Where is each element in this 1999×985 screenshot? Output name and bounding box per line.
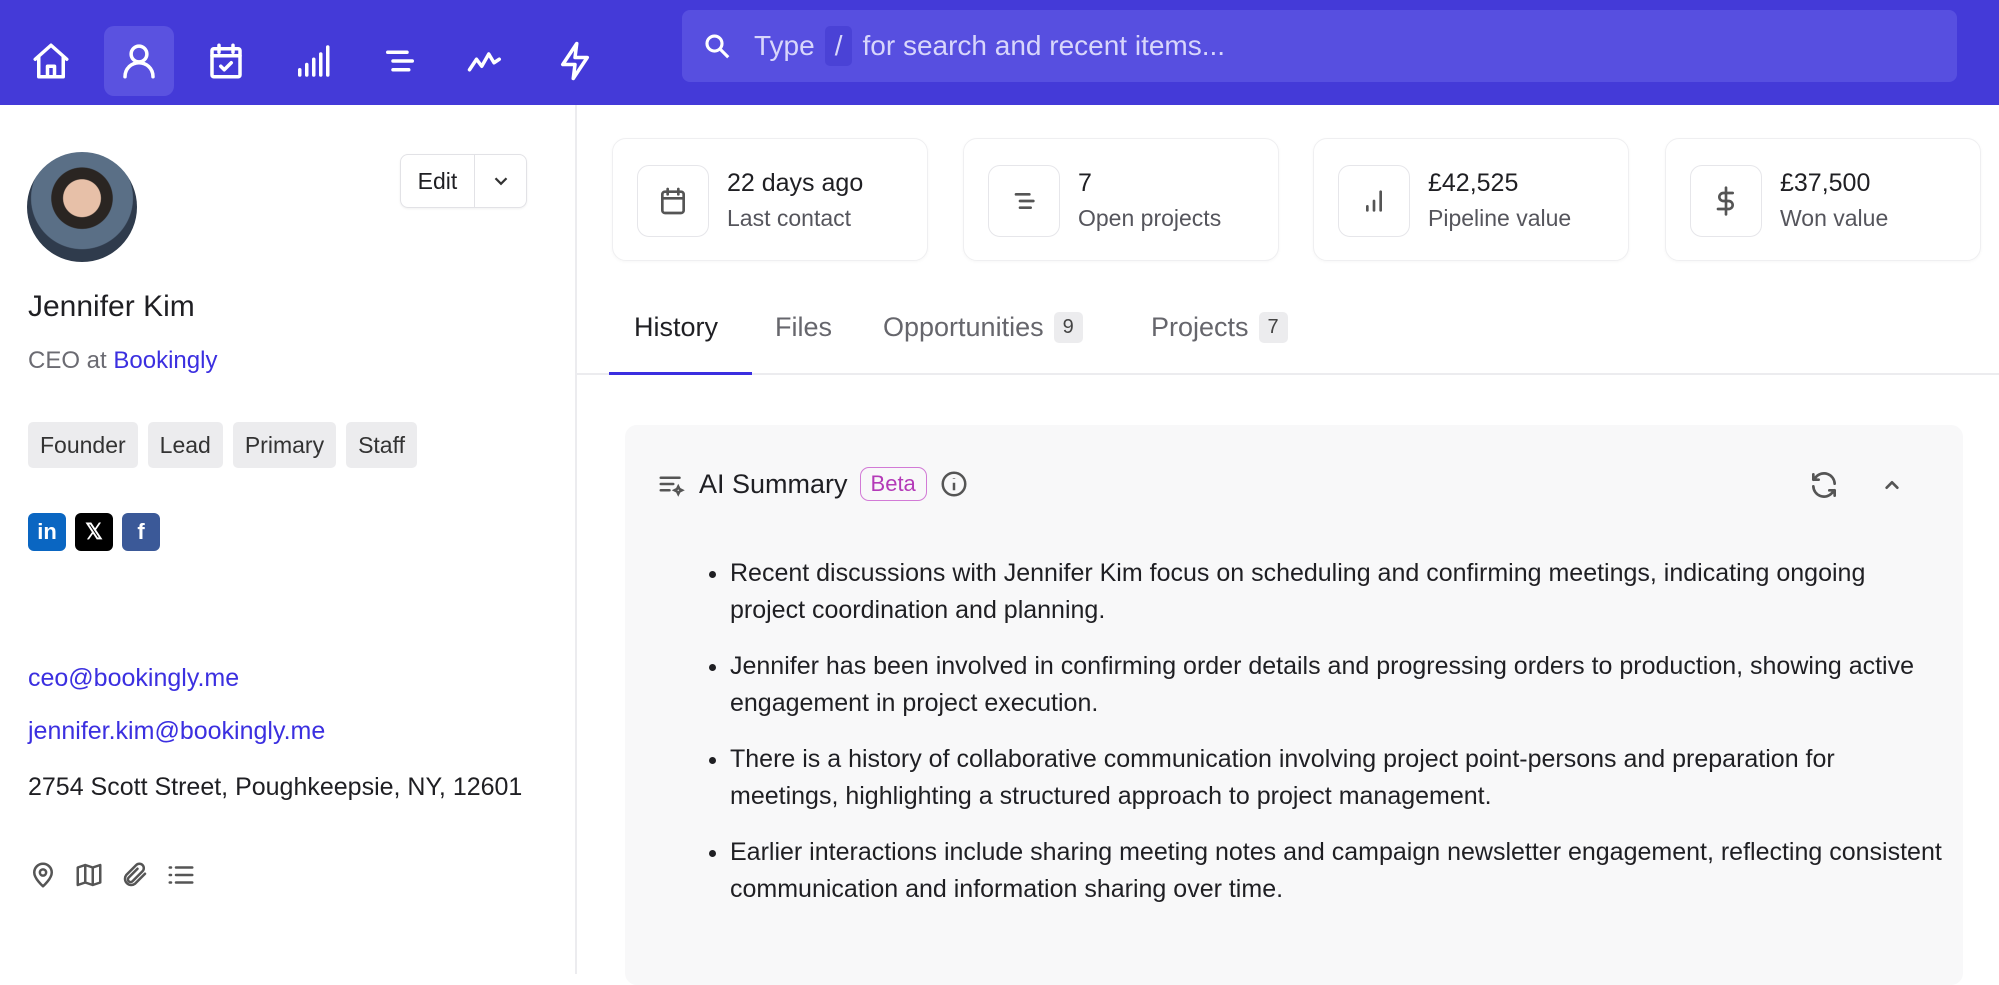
search-input[interactable]: Type / for search and recent items...	[682, 10, 1957, 82]
calendar-icon	[661, 187, 685, 215]
refresh-icon[interactable]	[1808, 469, 1840, 501]
edit-button[interactable]: Edit	[401, 155, 475, 207]
stat-label: Won value	[1780, 205, 1889, 231]
activity-icon	[467, 52, 501, 72]
edit-dropdown-button[interactable]	[475, 155, 526, 207]
contact-role: CEO at Bookingly	[28, 347, 217, 375]
nav-activity[interactable]	[452, 26, 522, 96]
info-icon[interactable]	[939, 469, 969, 499]
summary-bullet: Jennifer has been involved in confirming…	[730, 648, 1945, 722]
summary-bullets: Recent discussions with Jennifer Kim foc…	[705, 555, 1945, 927]
tab-projects[interactable]: Projects 7	[1151, 312, 1288, 343]
tag[interactable]: Primary	[232, 422, 337, 468]
active-tab-indicator	[609, 372, 752, 375]
ai-summary-panel: AI Summary Beta Recent discussions with …	[625, 425, 1963, 985]
stat-value: 22 days ago	[727, 169, 864, 197]
beta-badge: Beta	[859, 467, 927, 501]
stat-card-open-projects: 7 Open projects	[963, 138, 1279, 261]
facebook-icon[interactable]: f	[122, 513, 160, 551]
stat-label: Pipeline value	[1428, 205, 1572, 231]
stat-value: £42,525	[1428, 169, 1519, 197]
nav-calendar[interactable]	[191, 26, 261, 96]
search-placeholder-suffix: for search and recent items...	[862, 30, 1226, 61]
nav-reports[interactable]	[277, 26, 347, 96]
search-icon	[705, 34, 730, 59]
tab-files[interactable]: Files	[775, 312, 832, 343]
summary-bullet: Earlier interactions include sharing mee…	[730, 834, 1945, 908]
list-icon[interactable]	[166, 860, 196, 890]
tab-opportunities[interactable]: Opportunities 9	[883, 312, 1083, 343]
address-actions	[28, 860, 196, 890]
tab-label: History	[634, 312, 719, 342]
stat-value: £37,500	[1780, 169, 1871, 197]
user-icon	[123, 44, 155, 79]
tag-list: Founder Lead Primary Staff	[28, 422, 417, 468]
count-badge: 7	[1258, 312, 1288, 343]
map-icon[interactable]	[74, 860, 104, 890]
tab-label: Projects	[1151, 312, 1249, 342]
company-link[interactable]: Bookingly	[113, 347, 217, 374]
x-icon[interactable]: 𝕏	[75, 513, 113, 551]
paperclip-icon[interactable]	[120, 860, 150, 890]
nav-list[interactable]	[365, 26, 435, 96]
social-links: in 𝕏 f	[28, 513, 160, 551]
count-badge: 9	[1053, 312, 1083, 343]
search-shortcut-key: /	[824, 26, 853, 66]
stat-label: Open projects	[1078, 205, 1222, 231]
signal-bars-icon	[298, 45, 330, 77]
contact-address: 2754 Scott Street, Poughkeepsie, NY, 126…	[28, 773, 523, 801]
list-icon	[386, 50, 414, 72]
sparkle-list-icon	[659, 476, 685, 497]
tag[interactable]: Founder	[28, 422, 138, 468]
stat-card-pipeline-value: £42,525 Pipeline value	[1313, 138, 1629, 261]
search-placeholder-prefix: Type	[754, 30, 815, 61]
stat-card-won-value: £37,500 Won value	[1665, 138, 1981, 261]
edit-split-button: Edit	[400, 154, 527, 208]
top-nav-bar: Type / for search and recent items...	[0, 0, 1999, 105]
tab-history[interactable]: History	[634, 312, 718, 343]
avatar	[27, 152, 137, 262]
summary-title: AI Summary	[699, 468, 848, 499]
bar-chart-icon	[1366, 190, 1382, 212]
map-pin-icon[interactable]	[28, 860, 58, 890]
stat-card-last-contact: 22 days ago Last contact	[612, 138, 928, 261]
calendar-check-icon	[210, 43, 242, 79]
linkedin-icon[interactable]: in	[28, 513, 66, 551]
role-prefix: CEO at	[28, 347, 107, 374]
stat-label: Last contact	[727, 205, 852, 231]
tab-bar: History Files Opportunities 9 Projects 7	[577, 300, 1999, 375]
email-link[interactable]: jennifer.kim@bookingly.me	[28, 717, 325, 746]
nav-contacts[interactable]	[104, 26, 174, 96]
summary-bullet: Recent discussions with Jennifer Kim foc…	[730, 555, 1945, 629]
home-icon	[33, 43, 69, 79]
tab-label: Opportunities	[883, 312, 1044, 342]
tag[interactable]: Lead	[147, 422, 223, 468]
list-icon	[1014, 193, 1035, 209]
contact-name: Jennifer Kim	[28, 290, 195, 323]
nav-automations[interactable]	[540, 26, 610, 96]
nav-home[interactable]	[16, 26, 86, 96]
chevron-up-icon[interactable]	[1876, 469, 1908, 501]
stat-value: 7	[1078, 169, 1092, 197]
dollar-icon	[1716, 186, 1734, 216]
summary-bullet: There is a history of collaborative comm…	[730, 741, 1945, 815]
tab-label: Files	[775, 312, 833, 342]
lightning-icon	[561, 41, 589, 81]
tag[interactable]: Staff	[346, 422, 417, 468]
email-link[interactable]: ceo@bookingly.me	[28, 664, 239, 693]
chevron-down-icon	[494, 177, 507, 186]
